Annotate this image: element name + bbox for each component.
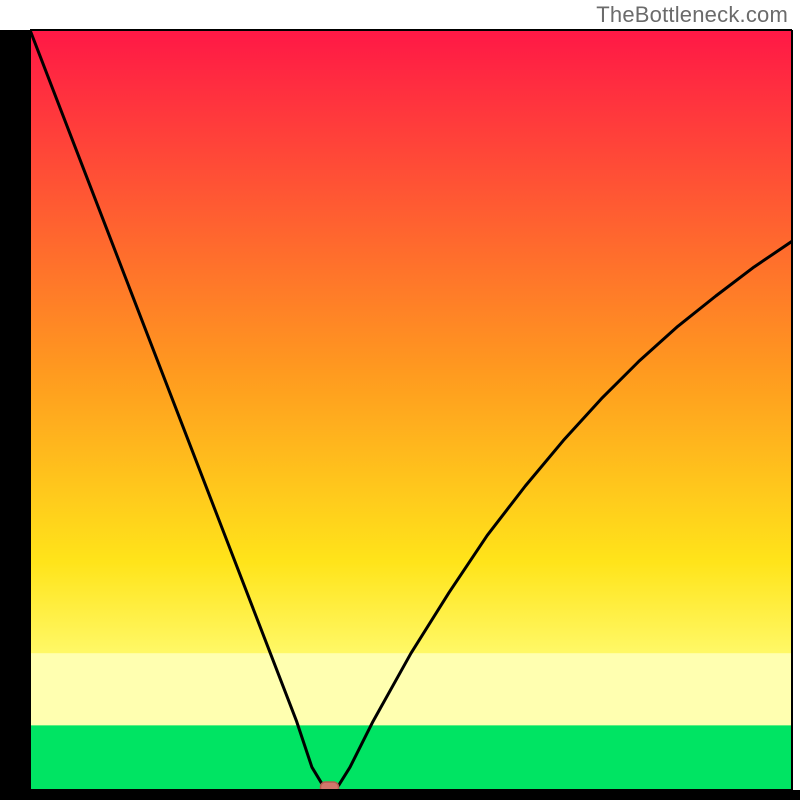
watermark-text: TheBottleneck.com: [596, 2, 788, 28]
green-band: [30, 725, 792, 790]
x-axis-bar: [0, 790, 800, 800]
chart-stage: TheBottleneck.com: [0, 0, 800, 800]
y-axis-bar: [0, 28, 30, 800]
bottleneck-chart: [0, 0, 800, 800]
pale-band: [30, 653, 792, 725]
top-left-gap: [0, 0, 30, 30]
